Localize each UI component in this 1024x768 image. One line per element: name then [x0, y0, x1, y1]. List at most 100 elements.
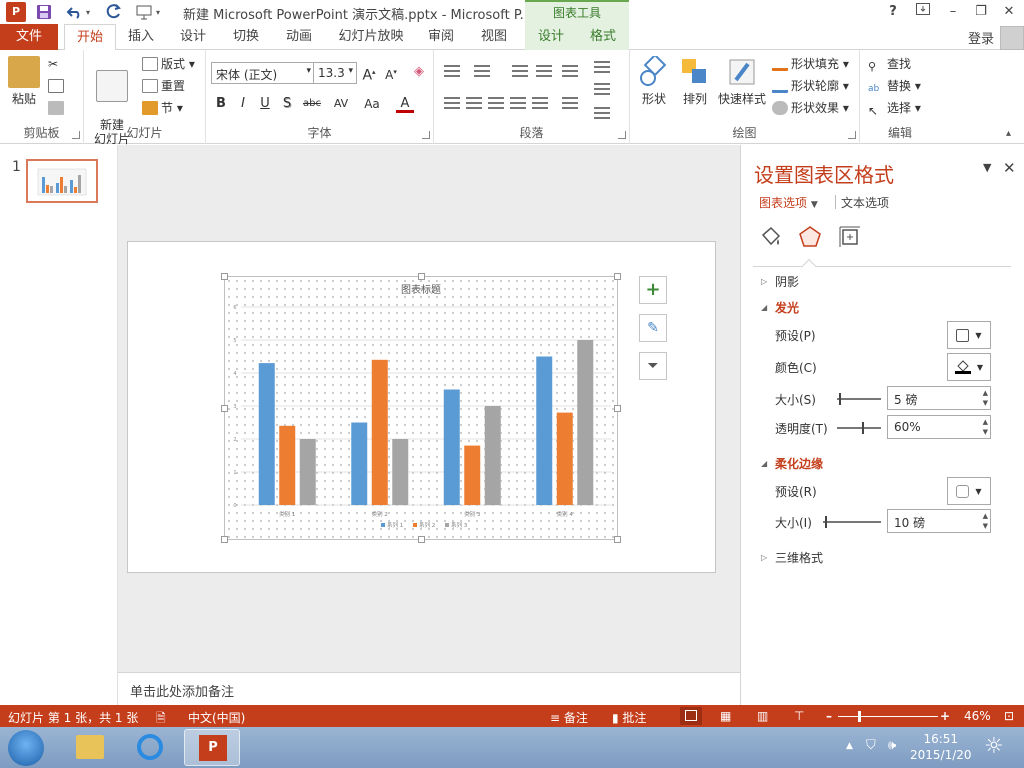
find-button[interactable]: ⚲ 查找: [868, 54, 911, 74]
chart-area[interactable]: 图表标题 0123456 类别 1 类别 2 类别 3 类别 4 系列 1 系列 2 系列…: [221, 273, 621, 543]
align-right-icon[interactable]: [486, 94, 506, 112]
shape-fill-button[interactable]: 形状填充 ▾: [772, 54, 849, 74]
sign-in-link[interactable]: 登录: [968, 28, 994, 47]
font-size-select[interactable]: 13.3 ▾: [313, 62, 357, 84]
reset-button[interactable]: 重置: [142, 76, 185, 96]
task-pane-options-icon[interactable]: ▼: [983, 161, 991, 174]
minimize-button[interactable]: –: [942, 2, 964, 22]
glow-transparency-slider[interactable]: [837, 422, 881, 434]
quick-styles-button[interactable]: 快速样式: [716, 56, 768, 107]
shrink-font-icon[interactable]: A▾: [382, 62, 400, 82]
chart-bar[interactable]: [464, 445, 481, 505]
resize-handle-sw[interactable]: [221, 536, 228, 543]
brightness-icon[interactable]: ☼: [984, 734, 1004, 759]
chart-styles-button[interactable]: ✎: [639, 314, 667, 342]
powerpoint-app-icon[interactable]: P: [6, 2, 26, 22]
character-spacing-button[interactable]: AV: [326, 94, 356, 114]
bullets-icon[interactable]: [442, 62, 462, 80]
font-color-button[interactable]: A: [396, 94, 414, 113]
resize-handle-se[interactable]: [614, 536, 621, 543]
font-launcher-icon[interactable]: [422, 131, 430, 139]
chart-bar[interactable]: [279, 425, 296, 505]
glow-size-input[interactable]: 5 磅 ▲ ▼: [887, 386, 991, 410]
taskbar-internet-explorer[interactable]: [122, 729, 178, 766]
chart-bar[interactable]: [443, 389, 460, 506]
glow-preset-button[interactable]: ▼: [947, 321, 991, 349]
clear-formatting-icon[interactable]: ◈: [410, 62, 428, 82]
chart-bar[interactable]: [392, 439, 409, 505]
normal-view-button[interactable]: [680, 707, 702, 725]
tab-design[interactable]: 设计: [172, 24, 214, 50]
resize-handle-w[interactable]: [221, 405, 228, 412]
language-status[interactable]: 中文(中国): [188, 709, 245, 726]
chart-bar[interactable]: [258, 363, 275, 505]
start-button-icon[interactable]: [8, 730, 44, 766]
section-soft-edges[interactable]: ◢ 柔化边缘: [761, 455, 823, 472]
zoom-in-button[interactable]: +: [940, 709, 950, 723]
text-direction-icon[interactable]: [592, 58, 612, 76]
undo-icon[interactable]: [66, 3, 84, 21]
resize-handle-ne[interactable]: [614, 273, 621, 280]
change-case-button[interactable]: Aa: [358, 94, 386, 114]
tab-chart-design[interactable]: 设计: [525, 24, 577, 50]
slider-knob[interactable]: [825, 516, 827, 528]
section-glow[interactable]: ◢ 发光: [761, 299, 799, 316]
tab-view[interactable]: 视图: [473, 24, 515, 50]
ribbon-display-options-icon[interactable]: [912, 2, 934, 22]
soft-edges-preset-button[interactable]: ▼: [947, 477, 991, 505]
justify-icon[interactable]: [508, 94, 528, 112]
copy-icon[interactable]: [48, 76, 67, 96]
slideshow-view-icon[interactable]: ⊤: [794, 709, 804, 723]
numbering-icon[interactable]: [472, 62, 492, 80]
comments-toggle[interactable]: ▮ 批注: [612, 709, 646, 726]
resize-handle-nw[interactable]: [221, 273, 228, 280]
slider-knob[interactable]: [862, 422, 864, 434]
zoom-level[interactable]: 46%: [964, 709, 991, 723]
tab-text-options[interactable]: 文本选项: [841, 194, 889, 211]
tab-file[interactable]: 文件: [0, 24, 58, 50]
help-button[interactable]: ?: [882, 2, 904, 22]
start-from-beginning-icon[interactable]: [136, 3, 152, 21]
shapes-button[interactable]: 形状: [636, 53, 672, 107]
notes-toggle[interactable]: ≡ 备注: [550, 709, 588, 726]
select-button[interactable]: ↖ 选择 ▾: [868, 98, 921, 118]
shape-outline-button[interactable]: 形状轮廓 ▾: [772, 76, 849, 96]
size-properties-icon[interactable]: [838, 225, 862, 249]
glow-color-button[interactable]: ▼: [947, 353, 991, 381]
chart-bar[interactable]: [536, 356, 553, 506]
grow-font-icon[interactable]: A▴: [360, 62, 378, 84]
zoom-slider-knob[interactable]: [858, 711, 861, 722]
convert-smartart-icon[interactable]: [592, 104, 612, 122]
zoom-slider[interactable]: [838, 711, 938, 722]
tab-review[interactable]: 审阅: [420, 24, 462, 50]
taskbar-powerpoint[interactable]: P: [184, 729, 240, 766]
chart-title[interactable]: 图表标题: [401, 283, 441, 296]
tab-home[interactable]: 开始: [64, 24, 116, 51]
effects-pentagon-icon[interactable]: [798, 225, 822, 249]
tab-insert[interactable]: 插入: [120, 24, 162, 50]
underline-button[interactable]: U: [256, 94, 274, 114]
spinner-arrows-icon[interactable]: ▲ ▼: [983, 511, 988, 531]
save-icon[interactable]: [36, 3, 52, 21]
paste-button[interactable]: 粘贴: [6, 56, 42, 107]
resize-handle-s[interactable]: [418, 536, 425, 543]
tab-transitions[interactable]: 切换: [225, 24, 267, 50]
format-painter-icon[interactable]: [48, 98, 67, 118]
section-shadow[interactable]: ▷ 阴影: [761, 273, 799, 290]
clipboard-launcher-icon[interactable]: [72, 131, 80, 139]
user-avatar[interactable]: [1000, 26, 1024, 50]
line-spacing-icon[interactable]: [560, 62, 580, 80]
increase-indent-icon[interactable]: [534, 62, 554, 80]
tab-animations[interactable]: 动画: [278, 24, 320, 50]
chart-bar[interactable]: [484, 406, 501, 505]
collapse-ribbon-icon[interactable]: ▴: [1006, 128, 1011, 139]
paragraph-launcher-icon[interactable]: [618, 131, 626, 139]
align-text-icon[interactable]: [592, 80, 612, 98]
resize-handle-n[interactable]: [418, 273, 425, 280]
tab-slideshow[interactable]: 幻灯片放映: [332, 24, 410, 50]
arrange-button[interactable]: 排列: [678, 56, 712, 107]
redo-icon[interactable]: [106, 3, 122, 21]
section-3d-format[interactable]: ▷ 三维格式: [761, 549, 823, 566]
drawing-launcher-icon[interactable]: [848, 131, 856, 139]
replace-button[interactable]: ab 替换 ▾: [868, 76, 921, 96]
